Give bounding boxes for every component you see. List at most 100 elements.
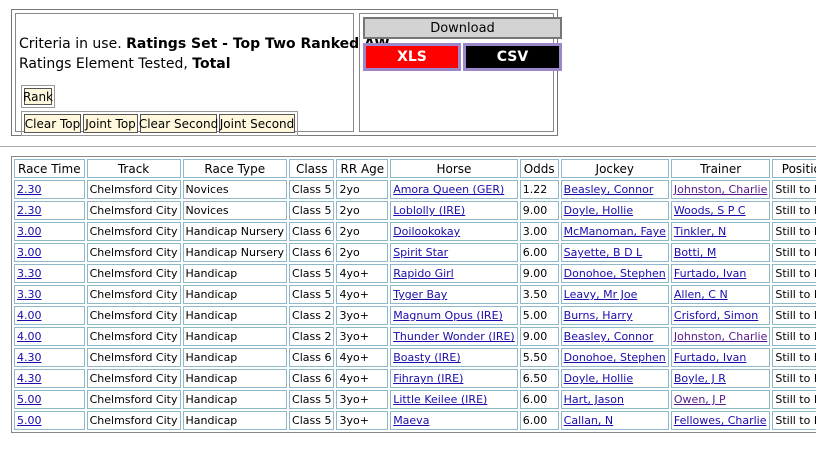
trainer-link[interactable]: Johnston, Charlie xyxy=(674,183,767,196)
table-row: 2.30 Chelmsford City Novices Class 5 2yo Amor… xyxy=(14,180,816,199)
horse-link[interactable]: Little Keilee (IRE) xyxy=(393,393,487,406)
criteria-cell: Criteria in use. Ratings Set - Top Two R… xyxy=(15,13,390,136)
race-time-cell: 3.00 xyxy=(14,243,85,262)
track-cell: Chelmsford City xyxy=(86,348,181,367)
jockey-link[interactable]: Doyle, Hollie xyxy=(564,372,633,385)
header-race-type: Race Type xyxy=(182,159,288,178)
horse-link[interactable]: Loblolly (IRE) xyxy=(393,204,465,217)
csv-download-button[interactable]: CSV xyxy=(463,43,562,71)
trainer-link[interactable]: Boyle, J R xyxy=(674,372,726,385)
class-cell: Class 5 xyxy=(289,390,335,409)
race-time-link[interactable]: 4.30 xyxy=(17,372,42,385)
trainer-link[interactable]: Johnston, Charlie xyxy=(674,330,767,343)
position-cell: Still to Run xyxy=(772,390,816,409)
trainer-link[interactable]: Allen, C N xyxy=(674,288,728,301)
rr-age-cell: 4yo+ xyxy=(336,369,389,388)
horse-cell: Rapido Girl xyxy=(390,264,518,283)
horse-link[interactable]: Spirit Star xyxy=(393,246,448,259)
race-time-cell: 3.30 xyxy=(14,285,85,304)
class-cell: Class 5 xyxy=(289,411,335,430)
ratings-set-value: Ratings Set - Top Two Ranked AW xyxy=(126,36,390,52)
track-cell: Chelmsford City xyxy=(86,411,181,430)
horse-cell: Magnum Opus (IRE) xyxy=(390,306,518,325)
rank-button[interactable]: Rank xyxy=(23,88,53,105)
track-cell: Chelmsford City xyxy=(86,306,181,325)
track-cell: Chelmsford City xyxy=(86,369,181,388)
horse-cell: Spirit Star xyxy=(390,243,518,262)
jockey-link[interactable]: Donohoe, Stephen xyxy=(564,267,666,280)
clear-second-button[interactable]: Clear Second xyxy=(139,114,218,133)
trainer-cell: Tinkler, N xyxy=(670,222,771,241)
joint-top-button[interactable]: Joint Top xyxy=(83,114,138,133)
race-time-link[interactable]: 4.00 xyxy=(17,330,42,343)
trainer-link[interactable]: Owen, J P xyxy=(674,393,726,406)
criteria-element-line: Ratings Element Tested, Total xyxy=(19,56,231,72)
race-time-link[interactable]: 4.30 xyxy=(17,351,42,364)
xls-download-button[interactable]: XLS xyxy=(363,43,461,71)
race-time-cell: 4.00 xyxy=(14,327,85,346)
horse-link[interactable]: Fihrayn (IRE) xyxy=(393,372,463,385)
horse-link[interactable]: Tyger Bay xyxy=(393,288,447,301)
horse-link[interactable]: Boasty (IRE) xyxy=(393,351,461,364)
class-cell: Class 6 xyxy=(289,369,335,388)
race-time-link[interactable]: 4.00 xyxy=(17,309,42,322)
horse-link[interactable]: Thunder Wonder (IRE) xyxy=(393,330,515,343)
race-time-cell: 5.00 xyxy=(14,390,85,409)
class-cell: Class 5 xyxy=(289,285,335,304)
class-cell: Class 6 xyxy=(289,222,335,241)
race-time-link[interactable]: 2.30 xyxy=(17,183,42,196)
trainer-link[interactable]: Woods, S P C xyxy=(674,204,746,217)
jockey-link[interactable]: Beasley, Connor xyxy=(564,183,654,196)
jockey-link[interactable]: Beasley, Connor xyxy=(564,330,654,343)
rr-age-cell: 3yo+ xyxy=(336,411,389,430)
horse-link[interactable]: Doilookokay xyxy=(393,225,460,238)
horse-link[interactable]: Amora Queen (GER) xyxy=(393,183,504,196)
race-time-link[interactable]: 3.00 xyxy=(17,246,42,259)
race-time-link[interactable]: 2.30 xyxy=(17,204,42,217)
jockey-link[interactable]: Hart, Jason xyxy=(564,393,624,406)
jockey-cell: Doyle, Hollie xyxy=(560,369,669,388)
download-title: Download xyxy=(363,17,562,39)
jockey-link[interactable]: Callan, N xyxy=(564,414,613,427)
trainer-link[interactable]: Furtado, Ivan xyxy=(674,267,746,280)
race-type-cell: Handicap xyxy=(182,348,288,367)
jockey-link[interactable]: Donohoe, Stephen xyxy=(564,351,666,364)
trainer-link[interactable]: Furtado, Ivan xyxy=(674,351,746,364)
jockey-cell: Leavy, Mr Joe xyxy=(560,285,669,304)
class-cell: Class 6 xyxy=(289,348,335,367)
race-type-cell: Handicap xyxy=(182,327,288,346)
race-time-link[interactable]: 5.00 xyxy=(17,393,42,406)
jockey-link[interactable]: Leavy, Mr Joe xyxy=(564,288,638,301)
joint-second-button[interactable]: Joint Second xyxy=(219,114,295,133)
class-cell: Class 5 xyxy=(289,201,335,220)
header-position: Position xyxy=(772,159,816,178)
track-cell: Chelmsford City xyxy=(86,390,181,409)
jockey-link[interactable]: Doyle, Hollie xyxy=(564,204,633,217)
trainer-link[interactable]: Fellowes, Charlie xyxy=(674,414,767,427)
class-cell: Class 5 xyxy=(289,264,335,283)
position-cell: Still to Run xyxy=(772,201,816,220)
jockey-cell: Callan, N xyxy=(560,411,669,430)
horse-link[interactable]: Magnum Opus (IRE) xyxy=(393,309,503,322)
position-cell: Still to Run xyxy=(772,243,816,262)
header-race-time: Race Time xyxy=(14,159,85,178)
horse-link[interactable]: Rapido Girl xyxy=(393,267,454,280)
trainer-link[interactable]: Tinkler, N xyxy=(674,225,726,238)
header-rr-age: RR Age xyxy=(336,159,389,178)
criteria-prefix: Criteria in use. xyxy=(19,36,122,52)
race-time-link[interactable]: 3.30 xyxy=(17,267,42,280)
trainer-cell: Botti, M xyxy=(670,243,771,262)
race-type-cell: Handicap Nursery xyxy=(182,222,288,241)
criteria-panel: Criteria in use. Ratings Set - Top Two R… xyxy=(11,9,562,136)
race-results-table: Race Time Track Race Type Class RR Age H… xyxy=(11,156,816,433)
horse-link[interactable]: Maeva xyxy=(393,414,429,427)
trainer-link[interactable]: Botti, M xyxy=(674,246,716,259)
jockey-link[interactable]: Sayette, B D L xyxy=(564,246,643,259)
race-time-link[interactable]: 5.00 xyxy=(17,414,42,427)
jockey-link[interactable]: McManoman, Faye xyxy=(564,225,666,238)
race-time-link[interactable]: 3.30 xyxy=(17,288,42,301)
trainer-link[interactable]: Crisford, Simon xyxy=(674,309,758,322)
clear-top-button[interactable]: Clear Top xyxy=(24,114,81,133)
jockey-link[interactable]: Burns, Harry xyxy=(564,309,633,322)
race-time-link[interactable]: 3.00 xyxy=(17,225,42,238)
